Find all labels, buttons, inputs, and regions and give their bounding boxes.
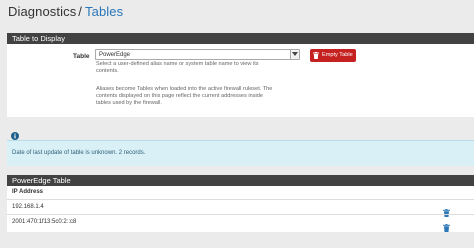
trash-icon — [313, 52, 319, 65]
empty-table-label: Empty Table — [322, 52, 353, 58]
ip-address-cell: 2001:470:1f13:5c0:2::c8 — [12, 219, 77, 225]
column-header-ip-address: IP Address — [12, 189, 44, 195]
header-divider — [7, 199, 474, 200]
help-line-5: tables used by the firewall. — [96, 100, 162, 106]
info-alert: Date of last update of table is unknown.… — [7, 140, 474, 166]
table-label: Table — [73, 53, 90, 60]
breadcrumb-diagnostics[interactable]: Diagnostics — [8, 4, 76, 19]
info-alert-text: Date of last update of table is unknown.… — [12, 150, 146, 156]
ip-address-cell: 192.168.1.4 — [12, 204, 44, 210]
chevron-down-icon[interactable] — [290, 50, 299, 59]
table-select[interactable]: PowerEdge — [95, 49, 300, 60]
page: Diagnostics / Tables Table to Display Tabl… — [0, 0, 474, 248]
results-table-heading: PowerEdge Table — [7, 175, 474, 186]
table-to-display-panel: Table PowerEdge Select a user-defined al… — [7, 44, 474, 117]
breadcrumb-tables[interactable]: Tables — [85, 4, 123, 19]
results-table: IP Address 192.168.1.4 2001:470:1f13:5c0… — [7, 186, 474, 232]
table-select-value: PowerEdge — [99, 52, 131, 58]
help-line-2: contents. — [96, 68, 119, 74]
delete-trash-icon[interactable] — [443, 219, 450, 237]
breadcrumb: Diagnostics / Tables — [8, 4, 123, 19]
page-header: Diagnostics / Tables — [0, 0, 474, 30]
help-line-1: Select a user-defined alias name or syst… — [96, 61, 259, 67]
row-divider — [7, 214, 474, 215]
table-to-display-heading: Table to Display — [7, 33, 474, 44]
breadcrumb-separator: / — [78, 4, 83, 19]
empty-table-button[interactable]: Empty Table — [310, 49, 356, 62]
